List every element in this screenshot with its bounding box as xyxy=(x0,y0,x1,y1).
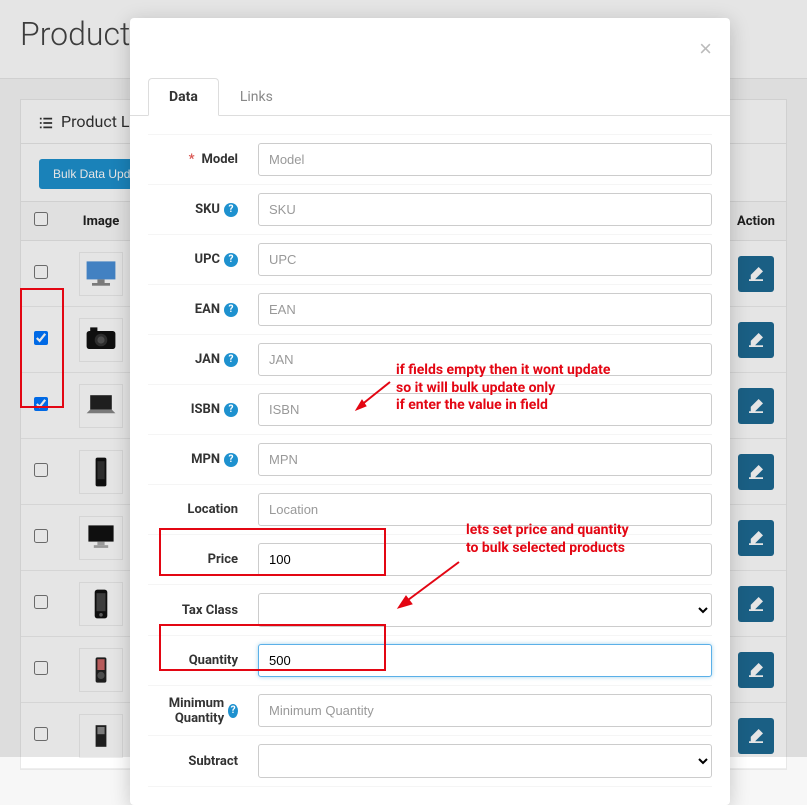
minqty-label: Minimum Quantity? xyxy=(148,696,258,726)
subtract-select[interactable] xyxy=(258,744,712,778)
form-row-subtract: Subtract xyxy=(148,736,712,787)
isbn-label: ISBN? xyxy=(148,402,258,417)
quantity-field[interactable] xyxy=(258,644,712,677)
mpn-label: MPN? xyxy=(148,452,258,467)
taxclass-label: Tax Class xyxy=(148,603,258,618)
form-row-price: Price xyxy=(148,535,712,585)
close-modal-button[interactable]: × xyxy=(699,36,712,62)
upc-field[interactable] xyxy=(258,243,712,276)
upc-label: UPC? xyxy=(148,252,258,267)
help-icon[interactable]: ? xyxy=(224,203,238,217)
taxclass-select[interactable] xyxy=(258,593,712,627)
tab-links[interactable]: Links xyxy=(219,78,294,116)
minqty-field[interactable] xyxy=(258,694,712,727)
form-row-taxclass: Tax Class xyxy=(148,585,712,636)
form-row-mpn: MPN? xyxy=(148,435,712,485)
help-icon[interactable]: ? xyxy=(228,704,238,718)
isbn-field[interactable] xyxy=(258,393,712,426)
modal-tabs: Data Links xyxy=(130,18,730,116)
bulk-update-modal: × Data Links *Model SKU? UPC? EAN? JAN? ISBN?… xyxy=(130,18,730,805)
price-label: Price xyxy=(148,552,258,567)
quantity-label: Quantity xyxy=(148,653,258,668)
tab-data[interactable]: Data xyxy=(148,78,219,116)
help-icon[interactable]: ? xyxy=(224,353,238,367)
form-row-jan: JAN? xyxy=(148,335,712,385)
price-field[interactable] xyxy=(258,543,712,576)
location-label: Location xyxy=(148,502,258,517)
form-row-location: Location xyxy=(148,485,712,535)
jan-label: JAN? xyxy=(148,352,258,367)
form-row-upc: UPC? xyxy=(148,235,712,285)
sku-label: SKU? xyxy=(148,202,258,217)
mpn-field[interactable] xyxy=(258,443,712,476)
ean-label: EAN? xyxy=(148,302,258,317)
required-asterisk: * xyxy=(189,152,195,167)
jan-field[interactable] xyxy=(258,343,712,376)
form-row-ean: EAN? xyxy=(148,285,712,335)
model-label: *Model xyxy=(148,152,258,167)
help-icon[interactable]: ? xyxy=(224,453,238,467)
help-icon[interactable]: ? xyxy=(224,403,238,417)
location-field[interactable] xyxy=(258,493,712,526)
sku-field[interactable] xyxy=(258,193,712,226)
form-row-quantity: Quantity xyxy=(148,636,712,686)
help-icon[interactable]: ? xyxy=(224,253,238,267)
form-row-model: *Model xyxy=(148,134,712,185)
form-row-minqty: Minimum Quantity? xyxy=(148,686,712,736)
ean-field[interactable] xyxy=(258,293,712,326)
model-field[interactable] xyxy=(258,143,712,176)
help-icon[interactable]: ? xyxy=(224,303,238,317)
form-row-isbn: ISBN? xyxy=(148,385,712,435)
form-row-sku: SKU? xyxy=(148,185,712,235)
subtract-label: Subtract xyxy=(148,754,258,769)
